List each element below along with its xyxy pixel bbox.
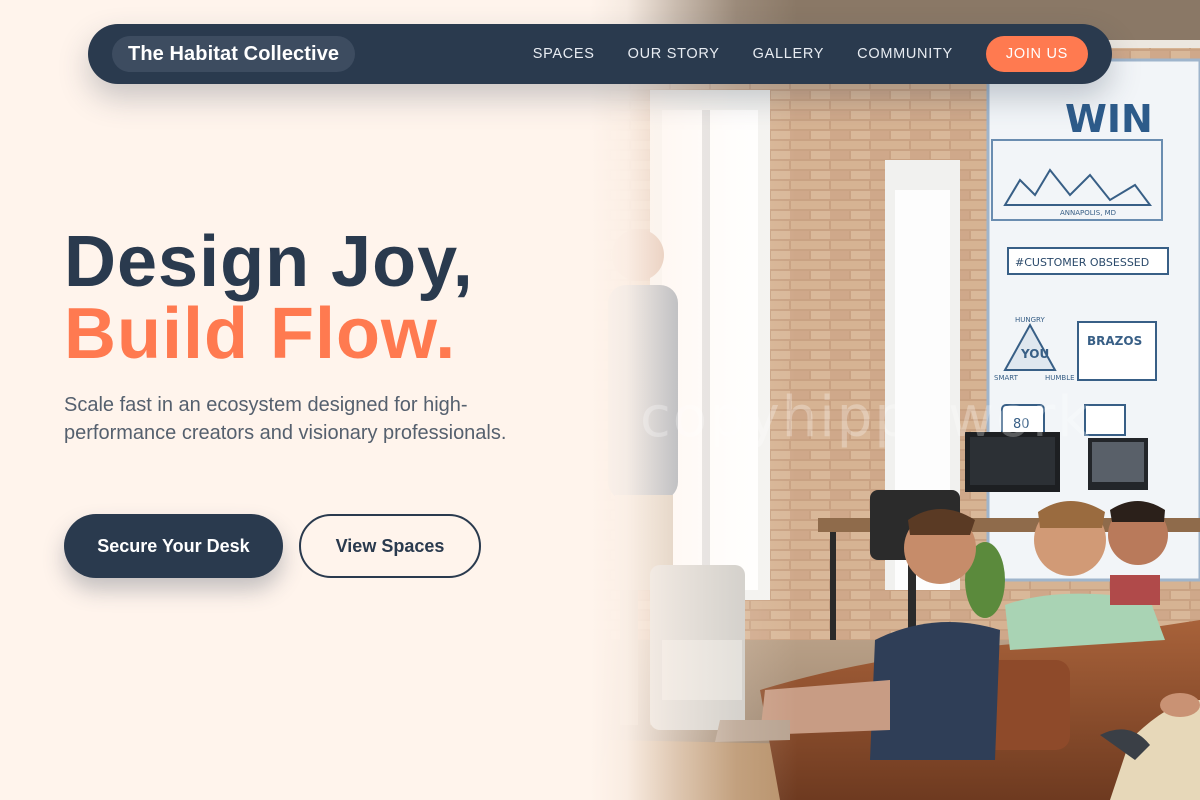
landing-page: WIN ANNAPOLIS, MD #CUSTOMER OBSESSED YOU… (0, 0, 1200, 800)
headline-line-2: Build Flow. (64, 294, 457, 374)
nav-links: SPACES OUR STORY GALLERY COMMUNITY (533, 46, 953, 62)
svg-text:ANNAPOLIS, MD: ANNAPOLIS, MD (1060, 209, 1116, 217)
svg-text:HUNGRY: HUNGRY (1015, 316, 1045, 324)
brand-logo[interactable]: The Habitat Collective (112, 36, 356, 72)
view-spaces-button[interactable]: View Spaces (299, 514, 481, 578)
nav-link-spaces[interactable]: SPACES (533, 46, 595, 62)
svg-text:80: 80 (1013, 417, 1030, 432)
nav-link-gallery[interactable]: GALLERY (753, 46, 825, 62)
nav-link-community[interactable]: COMMUNITY (857, 46, 953, 62)
svg-text:#CUSTOMER OBSESSED: #CUSTOMER OBSESSED (1015, 256, 1149, 269)
svg-text:WIN: WIN (1065, 97, 1153, 141)
hero-subtext: Scale fast in an ecosystem designed for … (64, 394, 507, 444)
svg-text:HUMBLE: HUMBLE (1045, 374, 1075, 382)
headline-line-1: Design Joy, (64, 222, 474, 302)
hero-headline: Design Joy, Build Flow. (64, 226, 474, 370)
navbar: The Habitat Collective SPACES OUR STORY … (88, 24, 1112, 84)
join-us-button[interactable]: JOIN US (985, 36, 1088, 72)
hero-photo: WIN ANNAPOLIS, MD #CUSTOMER OBSESSED YOU… (590, 0, 1200, 800)
svg-text:YOU: YOU (1020, 347, 1049, 361)
svg-text:SMART: SMART (994, 374, 1019, 382)
nav-link-our-story[interactable]: OUR STORY (628, 46, 720, 62)
secure-desk-button[interactable]: Secure Your Desk (64, 514, 283, 578)
svg-text:BRAZOS: BRAZOS (1087, 334, 1142, 348)
